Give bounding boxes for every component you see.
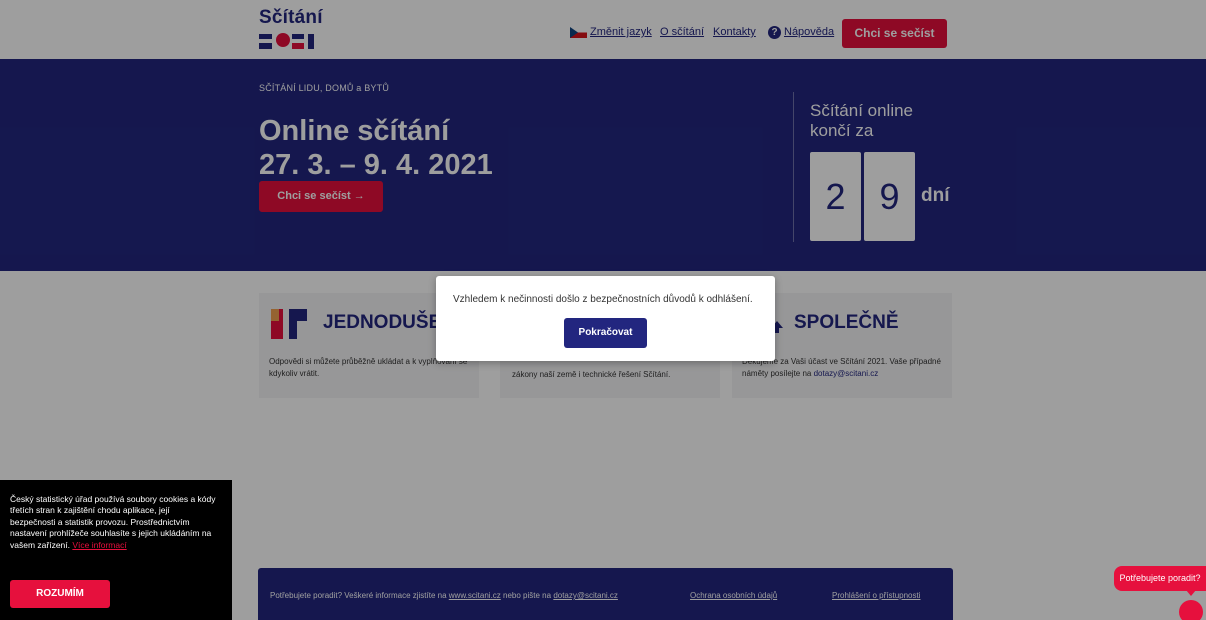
cookie-banner: Český statistický úřad používá soubory c… [0, 480, 232, 620]
cookie-text: Český statistický úřad používá soubory c… [10, 494, 216, 551]
cookie-accept-button[interactable]: ROZUMÍM [10, 580, 110, 608]
session-timeout-dialog: Vzhledem k nečinnosti došlo z bezpečnost… [436, 276, 775, 361]
dialog-message: Vzhledem k nečinnosti došlo z bezpečnost… [453, 294, 753, 305]
cookie-more-info-link[interactable]: Více informací [72, 540, 126, 550]
chat-launcher-icon[interactable] [1179, 600, 1203, 620]
continue-button[interactable]: Pokračovat [564, 318, 647, 348]
help-chat-bubble[interactable]: Potřebujete poradit? [1114, 566, 1206, 591]
help-bubble-tail [1186, 590, 1196, 596]
